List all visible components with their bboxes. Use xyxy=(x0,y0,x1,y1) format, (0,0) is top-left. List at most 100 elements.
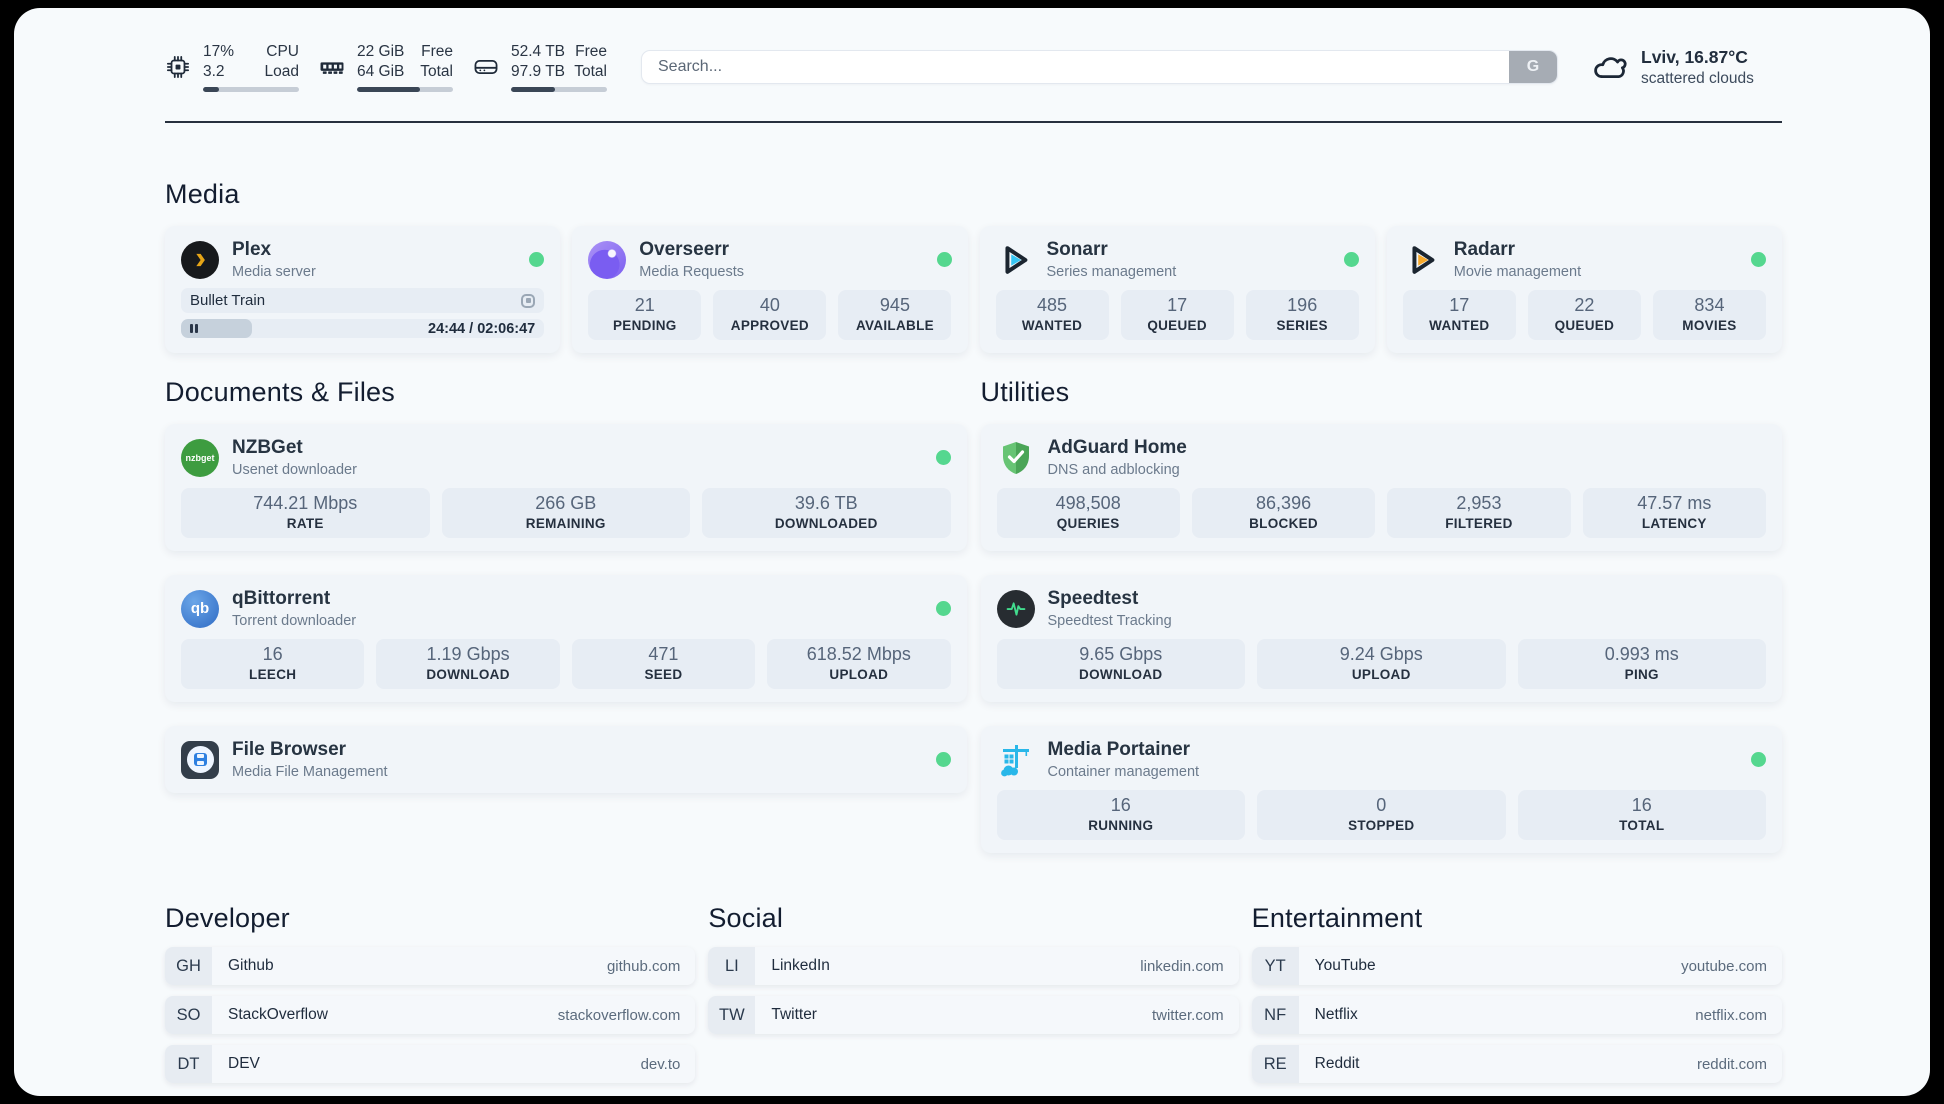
app-card-speedtest[interactable]: Speedtest Speedtest Tracking 9.65 Gbps D… xyxy=(980,575,1782,702)
stop-icon[interactable] xyxy=(521,293,536,308)
stat-wanted: 17 WANTED xyxy=(1402,290,1516,340)
app-subtitle: Media Requests xyxy=(639,264,745,280)
bookmark-name: DEV xyxy=(228,1055,260,1072)
bookmark-name: LinkedIn xyxy=(771,957,830,974)
app-card-qbittorrent[interactable]: qb qBittorrent Torrent downloader 16 LEE… xyxy=(165,575,967,702)
cpu-chip-icon xyxy=(165,54,191,80)
app-subtitle: Container management xyxy=(1047,764,1200,780)
app-card-portainer[interactable]: Media Portainer Container management 16 … xyxy=(980,726,1782,853)
app-subtitle: Movie management xyxy=(1453,264,1582,280)
header-divider xyxy=(165,121,1782,123)
app-card-plex[interactable]: Plex Media server Bullet Train 24:44 / 0… xyxy=(165,226,561,353)
app-title: Plex xyxy=(232,239,272,260)
memory-progress-fill xyxy=(357,86,421,92)
stat-queued: 22 QUEUED xyxy=(1527,290,1641,340)
online-status-dot xyxy=(1343,252,1359,267)
bookmark-abbr: GH xyxy=(165,947,212,985)
bookmark-netflix[interactable]: NF Netflix netflix.com xyxy=(1251,996,1782,1034)
app-title: Media Portainer xyxy=(1047,739,1191,760)
bookmark-github[interactable]: GH Github github.com xyxy=(165,947,696,985)
bookmark-group-developer: Developer GH Github github.com SO StackO… xyxy=(165,903,696,1083)
bookmark-name: YouTube xyxy=(1314,957,1376,974)
app-title: Overseerr xyxy=(639,239,730,260)
bookmark-dev[interactable]: DT DEV dev.to xyxy=(165,1045,696,1083)
bookmark-youtube[interactable]: YT YouTube youtube.com xyxy=(1251,947,1782,985)
bookmark-name: Github xyxy=(228,957,274,974)
app-subtitle: Usenet downloader xyxy=(232,462,357,478)
storage-metric: 52.4 TB 97.9 TB Free Total xyxy=(473,42,607,92)
section-title-social: Social xyxy=(708,903,784,933)
bookmark-url: linkedin.com xyxy=(1140,957,1224,975)
online-status-dot xyxy=(935,450,951,465)
bookmark-url: dev.to xyxy=(640,1055,681,1073)
ram-icon xyxy=(319,54,345,80)
bookmark-group-entertainment: Entertainment YT YouTube youtube.com NF … xyxy=(1251,903,1782,1083)
filebrowser-icon xyxy=(181,740,219,779)
app-title: File Browser xyxy=(232,739,347,760)
app-card-nzbget[interactable]: nzbget NZBGet Usenet downloader 744.21 M… xyxy=(165,424,967,551)
stat-movies: 834 MOVIES xyxy=(1652,290,1766,340)
app-title: Sonarr xyxy=(1046,239,1108,260)
bookmark-abbr: TW xyxy=(708,996,756,1034)
app-subtitle: Series management xyxy=(1046,264,1177,280)
online-status-dot xyxy=(1751,752,1766,767)
cloud-icon xyxy=(1592,52,1628,82)
storage-total-value: 97.9 TB xyxy=(511,63,566,80)
playback-time: 24:44 / 02:06:47 xyxy=(428,320,536,337)
search-input[interactable] xyxy=(641,50,1558,84)
section-title-developer: Developer xyxy=(165,903,290,933)
bookmark-url: reddit.com xyxy=(1696,1055,1767,1073)
memory-total-value: 64 GiB xyxy=(357,63,405,80)
bookmark-abbr: LI xyxy=(708,947,756,985)
bookmark-abbr: RE xyxy=(1251,1045,1299,1083)
bookmark-twitter[interactable]: TW Twitter twitter.com xyxy=(708,996,1239,1034)
memory-progress-bar xyxy=(357,86,453,92)
search-bar: G xyxy=(641,50,1558,84)
storage-free-label: Free xyxy=(575,43,607,61)
bookmark-abbr: DT xyxy=(165,1045,212,1083)
app-card-overseerr[interactable]: Overseerr Media Requests 21 PENDING 40 A… xyxy=(572,226,968,353)
stat-download: 1.19 Gbps DOWNLOAD xyxy=(376,639,560,689)
bookmark-name: Reddit xyxy=(1314,1055,1360,1072)
section-title-utilities: Utilities xyxy=(980,377,1070,407)
stat-stopped: 0 STOPPED xyxy=(1257,790,1506,840)
stat-downloaded: 39.6 TB DOWNLOADED xyxy=(702,488,951,538)
playback-progress: 24:44 / 02:06:47 xyxy=(181,319,545,338)
memory-free-value: 22 GiB xyxy=(357,43,405,61)
pause-icon[interactable] xyxy=(190,324,199,333)
media-cards: Plex Media server Bullet Train 24:44 / 0… xyxy=(165,226,1782,353)
app-card-radarr[interactable]: Radarr Movie management 17 WANTED 22 QUE… xyxy=(1386,226,1782,353)
bookmark-reddit[interactable]: RE Reddit reddit.com xyxy=(1251,1045,1782,1083)
stat-seed: 471 SEED xyxy=(571,639,756,689)
memory-free-label: Free xyxy=(421,43,453,61)
adguard-icon xyxy=(997,439,1035,477)
stat-upload: 618.52 Mbps UPLOAD xyxy=(767,639,951,689)
speedtest-icon xyxy=(996,589,1035,628)
cpu-progress-bar xyxy=(203,86,299,92)
stat-latency: 47.57 ms LATENCY xyxy=(1582,488,1766,538)
app-subtitle: Speedtest Tracking xyxy=(1047,613,1172,629)
bookmark-linkedin[interactable]: LI LinkedIn linkedin.com xyxy=(708,947,1239,985)
app-card-adguard[interactable]: AdGuard Home DNS and adblocking 498,508 … xyxy=(980,424,1782,551)
app-card-sonarr[interactable]: Sonarr Series management 485 WANTED 17 Q… xyxy=(979,226,1375,353)
app-title: Speedtest xyxy=(1047,588,1139,609)
system-metrics: 17% 3.2 CPU Load 22 GiB 64 GiB Free Tota… xyxy=(165,42,607,92)
cpu-load-label: Load xyxy=(264,63,299,80)
stat-pending: 21 PENDING xyxy=(588,290,702,340)
app-title: Radarr xyxy=(1453,239,1515,260)
bookmark-group-social: Social LI LinkedIn linkedin.com TW Twitt… xyxy=(708,903,1239,1083)
now-playing-row: Bullet Train xyxy=(181,288,545,313)
memory-metric: 22 GiB 64 GiB Free Total xyxy=(319,42,453,92)
online-status-dot xyxy=(936,252,952,267)
stat-rate: 744.21 Mbps RATE xyxy=(181,488,430,538)
storage-progress-bar xyxy=(511,86,607,92)
stat-queued: 17 QUEUED xyxy=(1120,290,1234,340)
bookmark-stackoverflow[interactable]: SO StackOverflow stackoverflow.com xyxy=(165,996,696,1034)
search-engine-button[interactable]: G xyxy=(1509,51,1557,83)
plex-icon xyxy=(181,240,219,279)
app-card-filebrowser[interactable]: File Browser Media File Management xyxy=(165,726,967,793)
documents-column: Documents & Files nzbget NZBGet Usenet d… xyxy=(165,377,967,853)
stat-running: 16 RUNNING xyxy=(996,790,1245,840)
qbittorrent-icon: qb xyxy=(181,589,219,628)
stat-total: 16 TOTAL xyxy=(1517,790,1766,840)
